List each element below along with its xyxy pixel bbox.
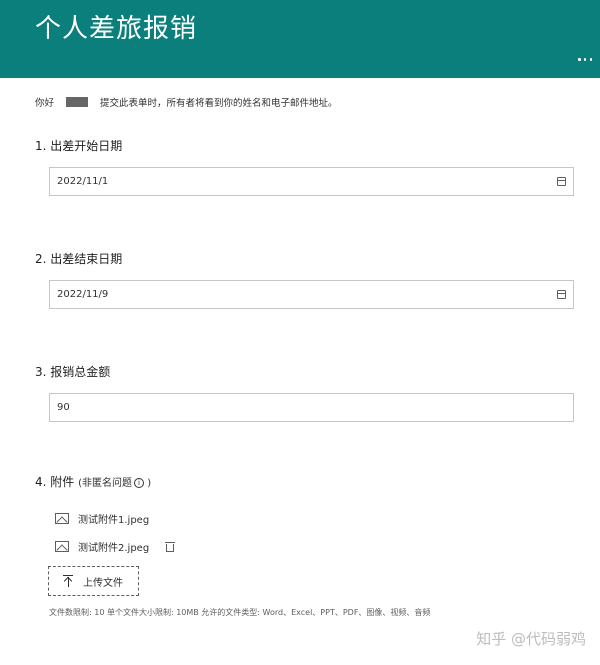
image-icon — [55, 541, 69, 552]
question-4-title: 4. 附件 (非匿名问题 i ) — [35, 473, 151, 490]
identity-notice: 你好 提交此表单时，所有者将看到你的姓名和电子邮件地址。 — [35, 95, 338, 109]
question-2-title: 2. 出差结束日期 — [35, 252, 123, 266]
question-1-title: 1. 出差开始日期 — [35, 139, 123, 153]
question-4-label: 4. 附件 — [35, 475, 75, 489]
form-title: 个人差旅报销 — [35, 14, 198, 44]
start-date-value: 2022/11/1 — [57, 176, 109, 187]
form-header: 个人差旅报销 — [0, 0, 600, 78]
greeting-notice: 提交此表单时，所有者将看到你的姓名和电子邮件地址。 — [100, 98, 338, 109]
calendar-icon[interactable] — [557, 290, 566, 299]
info-icon[interactable]: i — [134, 478, 144, 488]
more-options-icon[interactable] — [578, 58, 592, 64]
redacted-user-name — [66, 97, 89, 107]
upload-limits-text: 文件数限制: 10 单个文件大小限制: 10MB 允许的文件类型: Word、E… — [49, 608, 431, 617]
upload-icon — [63, 575, 73, 587]
calendar-icon[interactable] — [557, 177, 566, 186]
upload-file-label: 上传文件 — [83, 577, 123, 589]
watermark: 知乎 @代码弱鸡 — [476, 630, 586, 648]
end-date-value: 2022/11/9 — [57, 289, 109, 300]
attachment-item[interactable]: 测试附件1.jpeg — [55, 511, 149, 526]
total-amount-input[interactable]: 90 — [49, 393, 574, 422]
attachment-name: 测试附件2.jpeg — [78, 543, 150, 554]
image-icon — [55, 513, 69, 524]
total-amount-value: 90 — [57, 402, 70, 413]
end-date-input[interactable]: 2022/11/9 — [49, 280, 574, 309]
upload-file-button[interactable]: 上传文件 — [48, 566, 139, 596]
question-3-title: 3. 报销总金额 — [35, 365, 111, 379]
start-date-input[interactable]: 2022/11/1 — [49, 167, 574, 196]
trash-icon[interactable] — [165, 541, 176, 552]
greeting-hello: 你好 — [35, 98, 55, 109]
attachment-name: 测试附件1.jpeg — [78, 515, 150, 526]
non-anonymous-note: (非匿名问题 i ) — [78, 478, 152, 489]
attachment-item[interactable]: 测试附件2.jpeg — [55, 539, 176, 554]
